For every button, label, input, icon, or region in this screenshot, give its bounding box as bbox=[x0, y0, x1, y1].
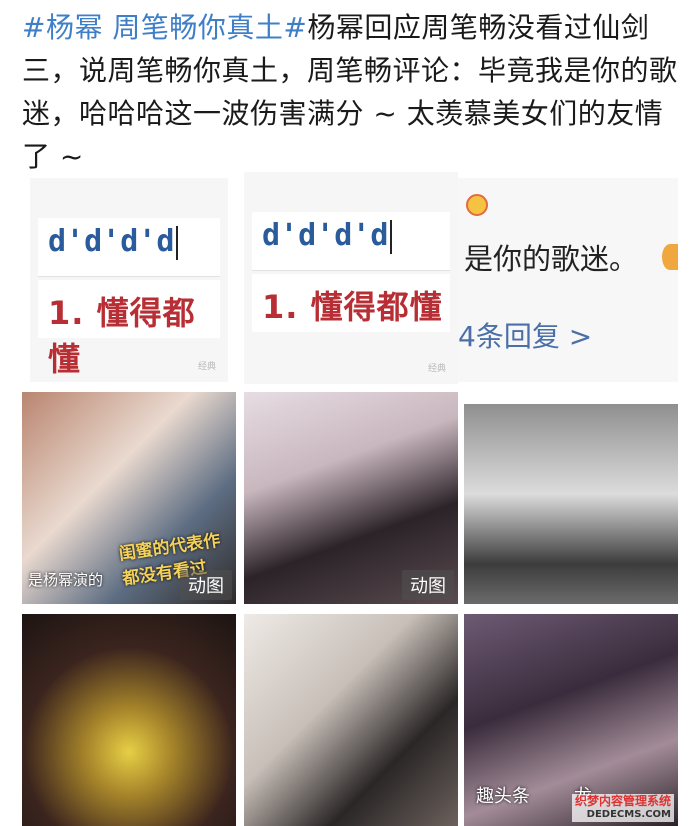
gif-badge: 动图 bbox=[180, 570, 232, 600]
emoji-icon bbox=[662, 244, 678, 270]
photo-tile-7[interactable] bbox=[22, 614, 236, 826]
reply-text: 是你的歌迷。 bbox=[464, 242, 639, 276]
watermark-qutoutiao: 趣头条 bbox=[476, 786, 530, 807]
gif-badge: 动图 bbox=[402, 570, 454, 600]
candidate-text: 1. 懂得都懂 bbox=[48, 294, 196, 378]
photo-tile-8[interactable]: 趣头条 bbox=[244, 614, 458, 826]
meme-image-2[interactable]: d'd'd'd 1. 懂得都懂 经典 bbox=[244, 172, 458, 384]
text-caret-icon bbox=[176, 225, 179, 260]
photo-tile-9[interactable]: 趣头条 龙 织梦内容管理系统 DEDECMS.COM bbox=[464, 614, 678, 826]
reply-screenshot[interactable]: 是你的歌迷。 4条回复 > bbox=[458, 178, 678, 382]
photo-tile-6[interactable] bbox=[464, 404, 678, 604]
post-text: #杨幂 周笔畅你真土#杨幂回应周笔畅没看过仙剑三，说周笔畅你真土，周笔畅评论：毕… bbox=[22, 6, 682, 178]
photo-tile-4[interactable]: 闺蜜的代表作 都没有看过 是杨幂演的 动图 bbox=[22, 392, 236, 604]
text-caret-icon bbox=[390, 219, 393, 254]
video-subtitle: 是杨幂演的 bbox=[28, 571, 104, 589]
site-watermark: 织梦内容管理系统 DEDECMS.COM bbox=[571, 794, 674, 822]
topic-link[interactable]: #杨幂 周笔畅你真土# bbox=[22, 11, 307, 44]
input-box: d'd'd'd bbox=[38, 218, 220, 277]
more-replies-link[interactable]: 4条回复 > bbox=[458, 315, 592, 355]
crown-icon bbox=[466, 194, 488, 216]
watermark: 经典 bbox=[197, 362, 216, 372]
meme-image-1[interactable]: d'd'd'd 1. 懂得都懂 经典 bbox=[30, 178, 228, 382]
candidate-box: 1. 懂得都懂 bbox=[38, 280, 220, 378]
input-box: d'd'd'd bbox=[252, 212, 450, 271]
watermark: 经典 bbox=[427, 364, 446, 374]
typed-text: d'd'd'd bbox=[48, 224, 175, 259]
typed-text: d'd'd'd bbox=[262, 218, 389, 253]
candidate-box: 1. 懂得都懂 bbox=[252, 274, 450, 332]
photo-tile-5[interactable]: 动图 bbox=[244, 392, 458, 604]
candidate-text: 1. 懂得都懂 bbox=[262, 288, 443, 326]
